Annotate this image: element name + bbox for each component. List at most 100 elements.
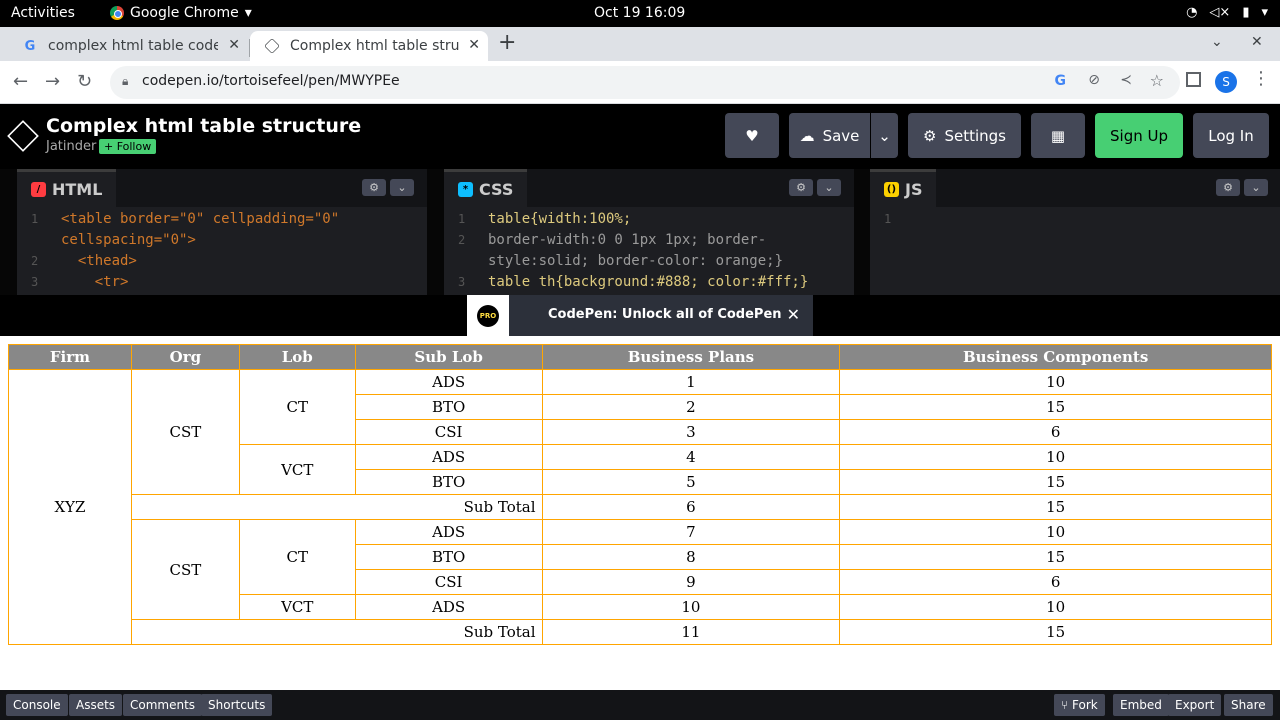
signup-button[interactable]: Sign Up — [1095, 113, 1183, 158]
css-code[interactable]: 1 table{width:100%; 2 border-width:0 0 1px… — [444, 207, 854, 293]
lob-cell: VCT — [238, 594, 356, 620]
css-tab[interactable]: * CSS — [444, 169, 528, 207]
html-badge-icon: / — [31, 182, 46, 197]
close-icon[interactable]: ✕ — [787, 305, 800, 324]
tab-codepen[interactable]: Complex html table structure ✕ — [250, 31, 488, 61]
back-icon[interactable]: ← — [13, 71, 28, 92]
new-tab-icon[interactable]: + — [498, 30, 516, 55]
close-window-icon[interactable]: ✕ — [1251, 34, 1263, 50]
html-editor-header: / HTML ⚙ ⌄ — [17, 169, 427, 207]
layout-button[interactable]: ▦ — [1031, 113, 1085, 158]
sublob-cell: CSI — [354, 569, 543, 595]
settings-label: Settings — [944, 126, 1006, 145]
code-line: 1 <table border="0" cellpadding="0" — [17, 209, 427, 230]
share-button[interactable]: Share — [1224, 694, 1273, 716]
html-editor[interactable]: / HTML ⚙ ⌄ 1 <table border="0" cellpaddin… — [17, 169, 427, 295]
sublob-cell: BTO — [354, 544, 543, 570]
lock-icon[interactable]: 🔒︎ — [122, 74, 128, 89]
close-tab-icon[interactable]: ✕ — [468, 37, 480, 53]
bookmark-star-icon[interactable]: ☆ — [1150, 71, 1164, 90]
js-tab[interactable]: () JS — [870, 169, 937, 207]
heart-button[interactable]: ♥ — [725, 113, 779, 158]
html-settings-icon[interactable]: ⚙ — [362, 179, 386, 196]
console-button[interactable]: Console — [6, 694, 68, 716]
plans-cell: 1 — [541, 369, 841, 395]
reload-icon[interactable]: ↻ — [77, 71, 92, 92]
html-collapse-icon[interactable]: ⌄ — [390, 179, 414, 196]
export-button[interactable]: Export — [1168, 694, 1222, 716]
close-tab-icon[interactable]: ✕ — [228, 37, 240, 53]
code-text: <tr> — [61, 274, 129, 290]
sublob-cell: ADS — [354, 519, 543, 545]
html-code[interactable]: 1 <table border="0" cellpadding="0" cells… — [17, 207, 427, 293]
embed-button[interactable]: Embed — [1113, 694, 1169, 716]
codepen-header: Complex html table structure Jatinder + … — [0, 104, 1280, 169]
css-editor[interactable]: * CSS ⚙ ⌄ 1 table{width:100%; 2 border-wid… — [444, 169, 854, 295]
settings-button[interactable]: ⚙ Settings — [908, 113, 1021, 158]
share-icon[interactable]: ≺ — [1120, 72, 1132, 88]
fork-button[interactable]: ⑂ Fork — [1054, 694, 1105, 716]
address-bar[interactable]: 🔒︎ codepen.io/tortoisefeel/pen/MWYPEe G … — [110, 66, 1180, 99]
save-button[interactable]: ☁ Save — [789, 113, 870, 158]
forward-icon[interactable]: → — [45, 71, 60, 92]
system-top-bar: Activities Google Chrome ▾ Oct 19 16:09 … — [0, 0, 1280, 27]
plans-cell: 5 — [541, 469, 841, 495]
promo-message[interactable]: CodePen: Unlock all of CodePen — [548, 307, 782, 322]
components-cell: 6 — [839, 419, 1272, 445]
system-tray[interactable]: ◔ ◁× ▮ ▾ — [1186, 5, 1268, 20]
js-badge-icon: () — [884, 182, 899, 197]
sublob-cell: BTO — [354, 394, 543, 420]
components-cell: 15 — [839, 494, 1272, 520]
plans-cell: 10 — [541, 594, 841, 620]
gear-icon: ⚙ — [923, 126, 937, 145]
code-text: style:solid; border-color: orange;} — [488, 253, 784, 269]
js-editor-header: () JS ⚙ ⌄ — [870, 169, 1280, 207]
pro-promo-banner[interactable]: PRO CodePen: Unlock all of CodePen ✕ — [467, 295, 813, 336]
css-collapse-icon[interactable]: ⌄ — [817, 179, 841, 196]
css-label: CSS — [479, 180, 514, 199]
js-settings-icon[interactable]: ⚙ — [1216, 179, 1240, 196]
plans-cell: 7 — [541, 519, 841, 545]
profile-avatar[interactable]: S — [1215, 71, 1237, 93]
components-cell: 15 — [839, 469, 1272, 495]
css-settings-icon[interactable]: ⚙ — [789, 179, 813, 196]
assets-button[interactable]: Assets — [69, 694, 123, 716]
tab-search-icon[interactable]: ⌄ — [1211, 34, 1223, 50]
side-panel-icon[interactable] — [1186, 72, 1201, 87]
lob-cell: CT — [238, 369, 356, 445]
pen-title: Complex html table structure — [46, 115, 362, 137]
app-menu[interactable]: Google Chrome ▾ — [110, 5, 252, 21]
pen-author[interactable]: Jatinder — [46, 139, 96, 154]
components-cell: 10 — [839, 594, 1272, 620]
save-options-button[interactable]: ⌄ — [871, 113, 898, 158]
comments-button[interactable]: Comments — [123, 694, 203, 716]
components-cell: 10 — [839, 444, 1272, 470]
url-text[interactable]: codepen.io/tortoisefeel/pen/MWYPEe — [142, 73, 400, 89]
tab-search[interactable]: G complex html table codepen ✕ — [8, 31, 248, 61]
chrome-icon — [110, 6, 124, 20]
editor-panes: / HTML ⚙ ⌄ 1 <table border="0" cellpaddin… — [0, 169, 1280, 295]
save-label: Save — [822, 126, 860, 145]
shortcuts-button[interactable]: Shortcuts — [201, 694, 273, 716]
table-row: XYZ CST CT ADS 1 10 — [8, 369, 1272, 645]
html-tab[interactable]: / HTML — [17, 169, 117, 207]
activities-button[interactable]: Activities — [11, 5, 75, 21]
js-editor[interactable]: () JS ⚙ ⌄ 1 — [870, 169, 1280, 295]
battery-icon: ▮ — [1242, 5, 1250, 20]
html-label: HTML — [52, 180, 103, 199]
js-code[interactable]: 1 — [870, 207, 1280, 226]
tab-title: Complex html table structure — [290, 38, 460, 54]
eye-off-icon[interactable]: ⊘ — [1088, 72, 1100, 88]
google-lens-icon[interactable]: G — [1055, 73, 1067, 89]
caret-down-icon: ▾ — [244, 5, 252, 21]
codepen-logo-icon[interactable] — [7, 120, 39, 152]
code-text: table th{background:#888; color:#fff;} — [488, 274, 809, 290]
login-button[interactable]: Log In — [1193, 113, 1269, 158]
clock[interactable]: Oct 19 16:09 — [594, 5, 685, 21]
more-options-icon[interactable]: ⋮ — [1252, 68, 1270, 89]
js-label: JS — [905, 180, 923, 199]
follow-button[interactable]: + Follow — [99, 139, 157, 154]
js-collapse-icon[interactable]: ⌄ — [1244, 179, 1268, 196]
css-badge-icon: * — [458, 182, 473, 197]
table-row: CST CT ADS 7 10 — [9, 519, 1272, 620]
